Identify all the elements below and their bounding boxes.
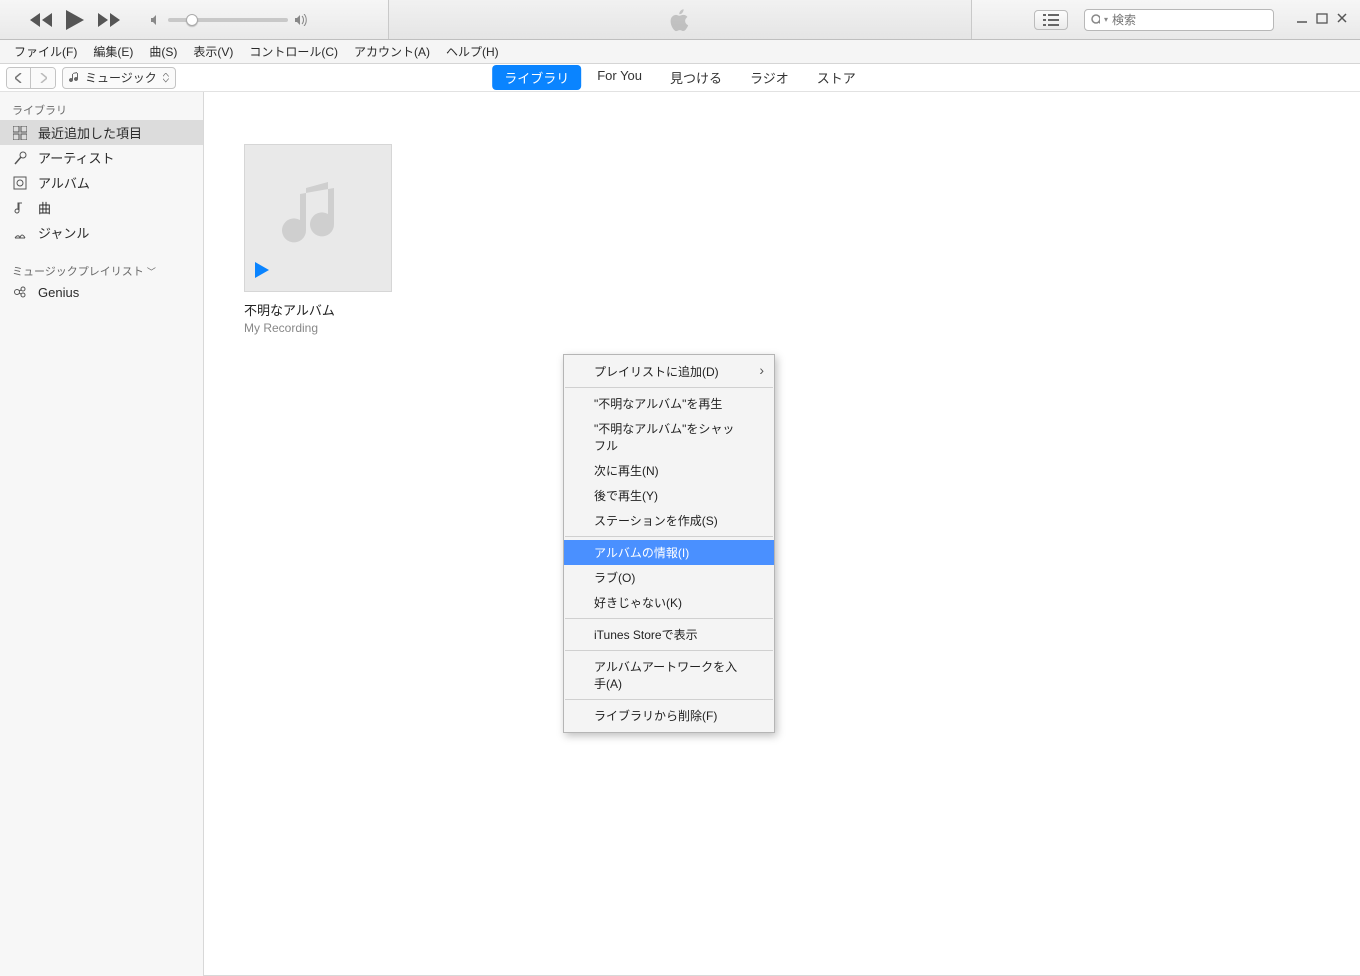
ctx-item[interactable]: 後で再生(Y) — [564, 483, 774, 508]
menu-edit[interactable]: 編集(E) — [87, 41, 139, 62]
tab-store[interactable]: ストア — [805, 65, 868, 90]
ctx-item[interactable]: 次に再生(N) — [564, 458, 774, 483]
menu-song[interactable]: 曲(S) — [143, 41, 183, 62]
play-button[interactable] — [66, 10, 84, 30]
media-type-select[interactable]: ミュージック — [62, 67, 176, 89]
sidebar-playlists-header[interactable]: ミュージックプレイリスト ﹀ — [0, 259, 203, 281]
close-button[interactable] — [1336, 12, 1348, 27]
list-view-button[interactable] — [1034, 10, 1068, 30]
nav-row: ミュージック ライブラリ For You 見つける ラジオ ストア — [0, 64, 1360, 92]
media-type-label: ミュージック — [85, 69, 157, 86]
ctx-separator — [565, 618, 773, 619]
menu-view[interactable]: 表示(V) — [187, 41, 239, 62]
now-playing-display — [388, 0, 972, 39]
sidebar-item-songs[interactable]: 曲 — [0, 195, 203, 220]
tab-discover[interactable]: 見つける — [658, 65, 734, 90]
menu-control[interactable]: コントロール(C) — [243, 41, 344, 62]
album-cover[interactable] — [244, 144, 392, 292]
playback-toolbar: ▾ — [0, 0, 1360, 40]
sidebar-library-header: ライブラリ — [0, 98, 203, 120]
sidebar-item-recently-added[interactable]: 最近追加した項目 — [0, 120, 203, 145]
chevron-down-icon: ﹀ — [147, 267, 156, 277]
search-field[interactable]: ▾ — [1084, 9, 1274, 31]
nav-back-button[interactable] — [7, 68, 31, 88]
sidebar-item-albums[interactable]: アルバム — [0, 170, 203, 195]
menu-account[interactable]: アカウント(A) — [348, 41, 436, 62]
ctx-item[interactable]: ライブラリから削除(F) — [564, 703, 774, 728]
sidebar-item-genres[interactable]: ジャンル — [0, 220, 203, 245]
volume-slider[interactable] — [150, 14, 308, 26]
music-icon — [69, 72, 81, 84]
note-icon — [12, 200, 28, 216]
menu-help[interactable]: ヘルプ(H) — [440, 41, 505, 62]
album-icon — [12, 175, 28, 191]
maximize-button[interactable] — [1316, 12, 1328, 27]
ctx-item[interactable]: ラブ(O) — [564, 565, 774, 590]
tab-for-you[interactable]: For You — [585, 65, 654, 90]
ctx-separator — [565, 650, 773, 651]
sidebar-item-label: Genius — [38, 285, 79, 300]
sidebar-item-label: 曲 — [38, 198, 51, 217]
tab-library[interactable]: ライブラリ — [492, 65, 581, 90]
mic-icon — [12, 150, 28, 166]
prev-track-button[interactable] — [30, 13, 52, 27]
search-dropdown-icon: ▾ — [1104, 15, 1108, 24]
ctx-item[interactable]: アルバムアートワークを入手(A) — [564, 654, 774, 696]
tab-radio[interactable]: ラジオ — [738, 65, 801, 90]
ctx-item[interactable]: アルバムの情報(I) — [564, 540, 774, 565]
sidebar-item-label: アーティスト — [38, 148, 114, 167]
play-album-button[interactable] — [255, 262, 271, 281]
next-track-button[interactable] — [98, 13, 120, 27]
sidebar-item-label: ジャンル — [38, 223, 89, 242]
section-tabs: ライブラリ For You 見つける ラジオ ストア — [492, 65, 868, 90]
genius-icon — [12, 284, 28, 300]
album-artist: My Recording — [244, 321, 392, 335]
grid-icon — [12, 125, 28, 141]
menu-file[interactable]: ファイル(F) — [8, 41, 83, 62]
album-title: 不明なアルバム — [244, 300, 392, 319]
search-input[interactable] — [1112, 13, 1267, 27]
album-tile[interactable]: 不明なアルバム My Recording — [244, 144, 392, 335]
context-menu: プレイリストに追加(D) "不明なアルバム"を再生"不明なアルバム"をシャッフル次… — [563, 354, 775, 733]
volume-min-icon — [150, 14, 162, 26]
content-area: 不明なアルバム My Recording プレイリストに追加(D) "不明なアルバ… — [204, 92, 1360, 976]
nav-forward-button[interactable] — [31, 68, 55, 88]
sidebar-item-label: 最近追加した項目 — [38, 123, 142, 142]
sidebar: ライブラリ 最近追加した項目 アーティスト アルバム 曲 ジャンル ミュージック… — [0, 92, 204, 976]
list-icon — [1043, 14, 1059, 26]
ctx-separator — [565, 387, 773, 388]
ctx-item[interactable]: "不明なアルバム"を再生 — [564, 391, 774, 416]
ctx-item[interactable]: "不明なアルバム"をシャッフル — [564, 416, 774, 458]
menu-bar: ファイル(F) 編集(E) 曲(S) 表示(V) コントロール(C) アカウント… — [0, 40, 1360, 64]
sidebar-item-label: アルバム — [38, 173, 90, 192]
minimize-button[interactable] — [1296, 12, 1308, 27]
genre-icon — [12, 225, 28, 241]
ctx-separator — [565, 699, 773, 700]
ctx-item[interactable]: 好きじゃない(K) — [564, 590, 774, 615]
music-note-icon — [278, 178, 358, 258]
ctx-item[interactable]: ステーションを作成(S) — [564, 508, 774, 533]
sidebar-item-genius[interactable]: Genius — [0, 281, 203, 303]
apple-logo-icon — [666, 6, 694, 34]
ctx-item[interactable]: iTunes Storeで表示 — [564, 622, 774, 647]
ctx-item[interactable]: プレイリストに追加(D) — [564, 359, 774, 384]
volume-max-icon — [294, 14, 308, 26]
sidebar-item-artists[interactable]: アーティスト — [0, 145, 203, 170]
ctx-separator — [565, 536, 773, 537]
search-icon — [1091, 14, 1100, 26]
